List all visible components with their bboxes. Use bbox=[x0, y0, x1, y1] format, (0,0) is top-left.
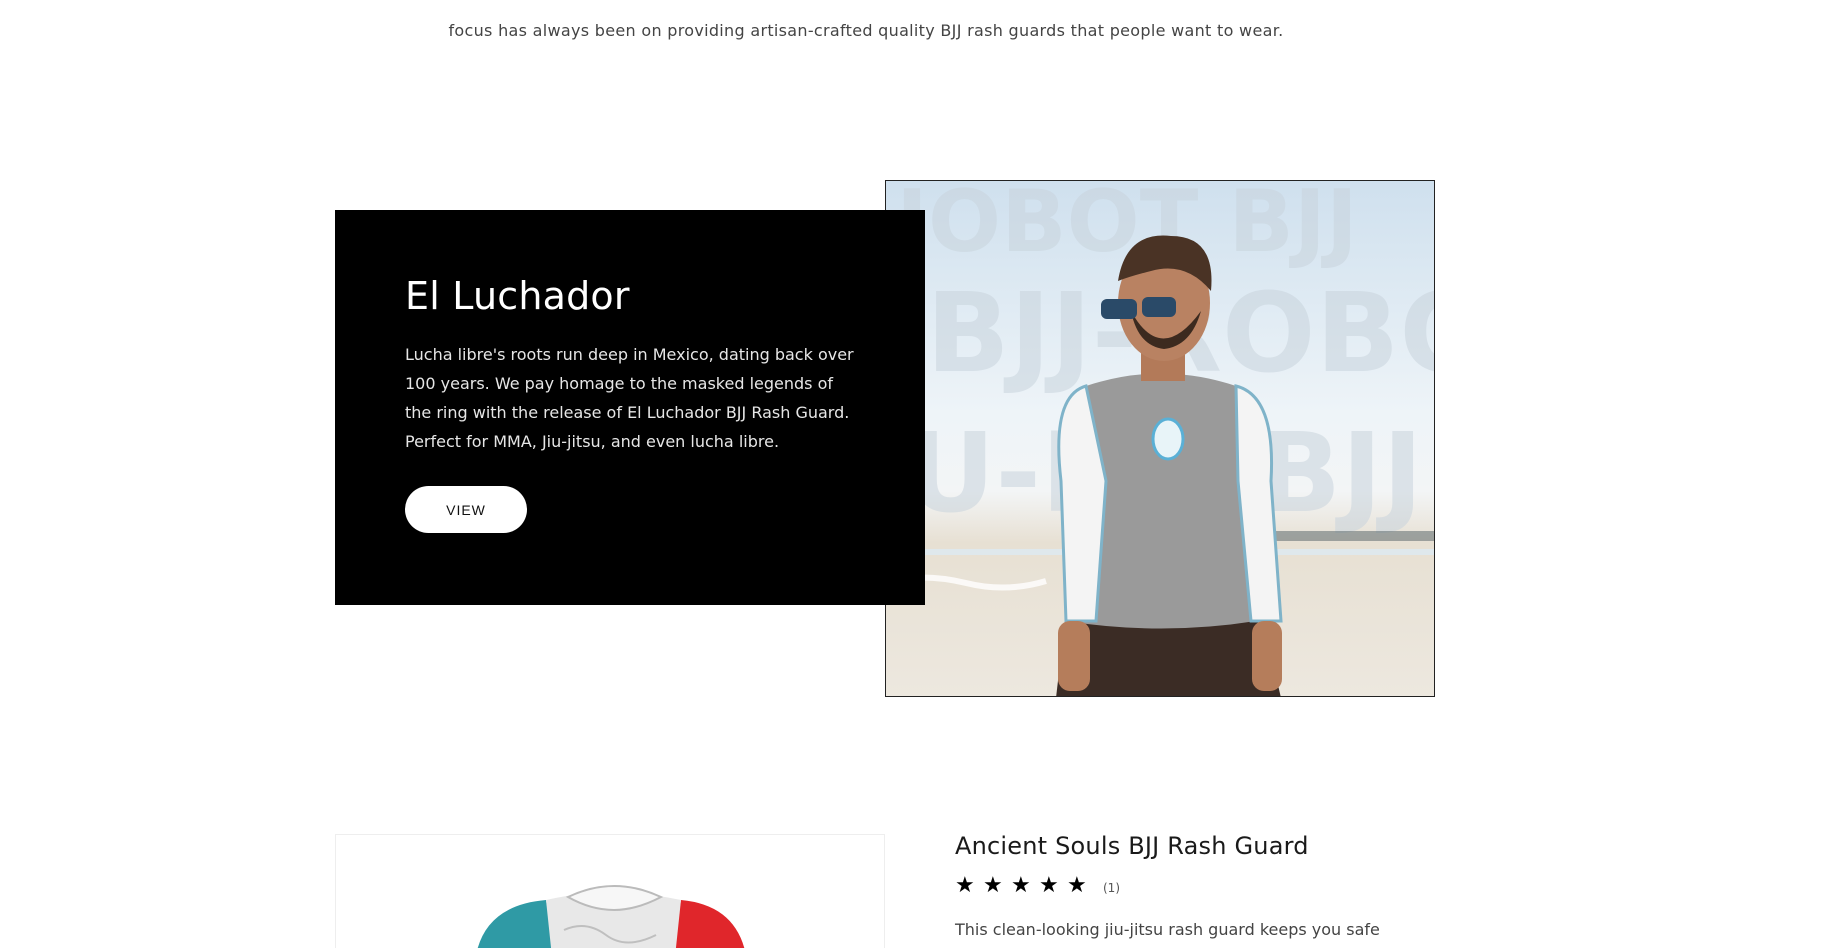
view-button[interactable]: VIEW bbox=[405, 486, 527, 533]
product-image-card[interactable] bbox=[335, 834, 885, 948]
star-icon: ★ bbox=[1067, 873, 1087, 898]
rating-row[interactable]: ★ ★ ★ ★ ★ (1) bbox=[955, 874, 1475, 898]
star-icon: ★ bbox=[1039, 873, 1059, 898]
product-photo bbox=[477, 885, 745, 948]
star-icon: ★ bbox=[955, 873, 975, 898]
product-description: This clean-looking jiu-jitsu rash guard … bbox=[955, 920, 1380, 939]
feature-description: Lucha libre's roots run deep in Mexico, … bbox=[405, 345, 854, 451]
feature-title: El Luchador bbox=[405, 274, 630, 318]
feature-photo: JOBOT BJJ BJJ-ROBOT U-RO BJJ bbox=[886, 181, 1434, 696]
product-title[interactable]: Ancient Souls BJJ Rash Guard bbox=[955, 832, 1475, 860]
feature-panel: El Luchador Lucha libre's roots run deep… bbox=[335, 210, 925, 605]
svg-text:JOBOT BJJ: JOBOT BJJ bbox=[891, 181, 1358, 272]
page: focus has always been on providing artis… bbox=[0, 0, 1828, 948]
star-icon: ★ bbox=[1011, 873, 1031, 898]
feature-image[interactable]: JOBOT BJJ BJJ-ROBOT U-RO BJJ bbox=[885, 180, 1435, 697]
intro-text-content: focus has always been on providing artis… bbox=[448, 21, 1284, 40]
star-icon: ★ bbox=[983, 873, 1003, 898]
intro-text: focus has always been on providing artis… bbox=[0, 21, 1828, 40]
product-info: Ancient Souls BJJ Rash Guard ★ ★ ★ ★ ★ (… bbox=[955, 832, 1475, 942]
rating-count: (1) bbox=[1103, 881, 1120, 895]
